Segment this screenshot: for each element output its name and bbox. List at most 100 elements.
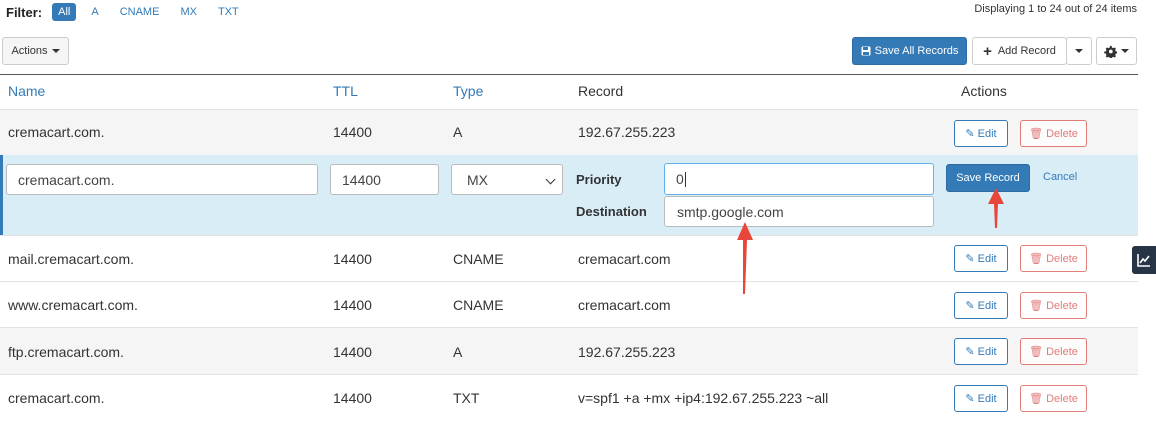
actions-dropdown-button[interactable]: Actions (2, 37, 69, 65)
line-chart-icon (1137, 254, 1150, 267)
record-type: TXT (453, 390, 480, 406)
cancel-link[interactable]: Cancel (1043, 171, 1077, 183)
record-type: A (453, 124, 463, 140)
trash-icon: 🗑 (1029, 128, 1044, 140)
filter-label: Filter: (6, 4, 43, 20)
record-ttl: 14400 (333, 124, 372, 140)
record-type: CNAME (453, 297, 504, 313)
record-value: 192.67.255.223 (578, 124, 676, 140)
table-row: cremacart.com. 14400 A 192.67.255.223 ✎ E… (0, 109, 1138, 156)
actions-label: Actions (11, 45, 48, 57)
record-name: cremacart.com. (8, 124, 105, 140)
edit-button[interactable]: ✎ Edit (954, 120, 1008, 147)
add-record-button[interactable]: + Add Record (972, 37, 1067, 65)
edit-label: Edit (977, 299, 997, 312)
name-input[interactable]: cremacart.com. (6, 164, 318, 195)
record-ttl: 14400 (333, 297, 372, 313)
plus-icon: + (983, 42, 992, 60)
save-all-records-button[interactable]: Save All Records (852, 37, 967, 65)
record-name: cremacart.com. (8, 390, 105, 406)
pencil-icon: ✎ (965, 253, 975, 265)
priority-value: 0 (676, 171, 684, 187)
type-select-value: MX (467, 171, 488, 188)
priority-label: Priority (576, 172, 622, 187)
filter-cname[interactable]: CNAME (120, 6, 160, 18)
pencil-icon: ✎ (965, 393, 975, 405)
table-row: cremacart.com. 14400 TXT v=spf1 +a +mx +… (0, 374, 1138, 425)
delete-button[interactable]: 🗑 Delete (1020, 120, 1087, 147)
record-type: A (453, 344, 463, 360)
edit-label: Edit (977, 345, 997, 358)
record-type: CNAME (453, 251, 504, 267)
trash-icon: 🗑 (1029, 253, 1044, 265)
record-name: www.cremacart.com. (8, 297, 138, 313)
text-cursor (684, 171, 686, 187)
ttl-input[interactable]: 14400 (330, 164, 439, 195)
trash-icon: 🗑 (1029, 346, 1044, 358)
table-header: Name TTL Type Record Actions (0, 75, 1138, 111)
filter-bar: Filter: All A CNAME MX TXT (6, 3, 260, 21)
edit-button[interactable]: ✎ Edit (954, 385, 1008, 412)
annotation-arrow-up-icon (988, 188, 1004, 228)
trash-icon: 🗑 (1029, 300, 1044, 312)
type-select[interactable]: MX (451, 164, 563, 195)
pencil-icon: ✎ (965, 346, 975, 358)
destination-label: Destination (576, 204, 647, 219)
priority-input[interactable]: 0 (664, 163, 934, 195)
destination-input[interactable]: smtp.google.com (664, 196, 934, 227)
column-header-ttl[interactable]: TTL (333, 83, 358, 99)
add-record-label: Add Record (997, 45, 1056, 57)
pencil-icon: ✎ (965, 128, 975, 140)
edit-label: Edit (977, 392, 997, 405)
filter-a[interactable]: A (91, 6, 98, 18)
chevron-down-icon (1121, 49, 1129, 53)
dns-records-table: Name TTL Type Record Actions (0, 74, 1138, 99)
stats-widget-button[interactable] (1132, 246, 1156, 274)
delete-button[interactable]: 🗑 Delete (1020, 292, 1087, 319)
delete-label: Delete (1046, 252, 1078, 265)
edit-button[interactable]: ✎ Edit (954, 292, 1008, 319)
edit-label: Edit (977, 252, 997, 265)
edit-button[interactable]: ✎ Edit (954, 338, 1008, 365)
record-name: ftp.cremacart.com. (8, 344, 124, 360)
record-ttl: 14400 (333, 390, 372, 406)
edit-label: Edit (977, 127, 997, 140)
column-header-type[interactable]: Type (453, 83, 483, 99)
delete-button[interactable]: 🗑 Delete (1020, 338, 1087, 365)
filter-all[interactable]: All (52, 3, 77, 21)
record-value: cremacart.com (578, 251, 671, 267)
table-row: mail.cremacart.com. 14400 CNAME cremacar… (0, 235, 1138, 282)
table-row: www.cremacart.com. 14400 CNAME cremacart… (0, 281, 1138, 328)
annotation-arrow-up-icon (737, 222, 753, 294)
delete-button[interactable]: 🗑 Delete (1020, 245, 1087, 272)
column-header-name[interactable]: Name (8, 83, 45, 99)
display-info: Displaying 1 to 24 out of 24 items (974, 3, 1137, 15)
floppy-disk-icon (861, 46, 871, 56)
trash-icon: 🗑 (1029, 393, 1044, 405)
record-name: mail.cremacart.com. (8, 251, 135, 267)
settings-dropdown-button[interactable] (1096, 37, 1137, 65)
delete-label: Delete (1046, 392, 1078, 405)
record-value: cremacart.com (578, 297, 671, 313)
record-ttl: 14400 (333, 251, 372, 267)
gear-icon (1104, 45, 1117, 58)
chevron-down-icon (545, 174, 556, 185)
record-value: v=spf1 +a +mx +ip4:192.67.255.223 ~all (578, 390, 829, 406)
edit-button[interactable]: ✎ Edit (954, 245, 1008, 272)
save-all-label: Save All Records (874, 45, 959, 57)
delete-label: Delete (1046, 127, 1078, 140)
chevron-down-icon (51, 49, 60, 53)
record-ttl: 14400 (333, 344, 372, 360)
delete-label: Delete (1046, 345, 1078, 358)
add-record-dropdown-toggle[interactable] (1066, 37, 1092, 65)
delete-label: Delete (1046, 299, 1078, 312)
filter-txt[interactable]: TXT (218, 6, 239, 18)
column-header-actions: Actions (961, 83, 1007, 99)
table-row: ftp.cremacart.com. 14400 A 192.67.255.22… (0, 327, 1138, 375)
chevron-down-icon (1075, 49, 1083, 53)
column-header-record: Record (578, 83, 624, 99)
pencil-icon: ✎ (965, 300, 975, 312)
record-value: 192.67.255.223 (578, 344, 676, 360)
delete-button[interactable]: 🗑 Delete (1020, 385, 1087, 412)
filter-mx[interactable]: MX (180, 6, 197, 18)
